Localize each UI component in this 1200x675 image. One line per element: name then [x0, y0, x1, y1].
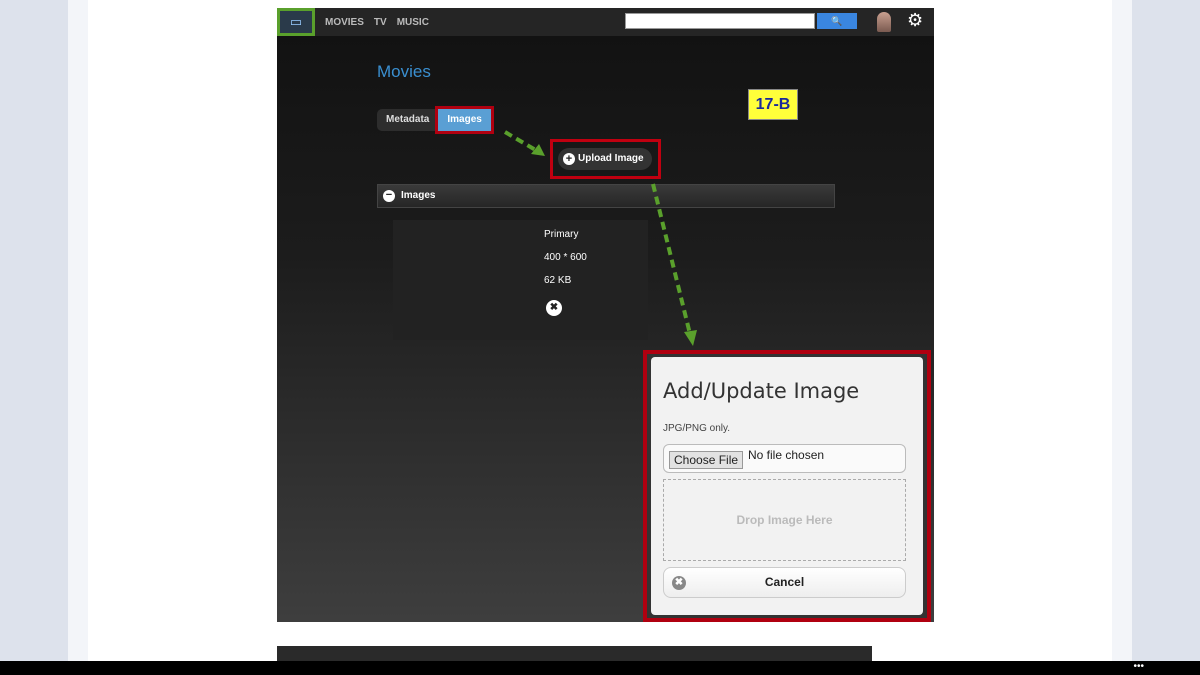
- drop-zone[interactable]: Drop Image Here: [663, 479, 906, 561]
- arrow-to-dialog: [651, 183, 692, 335]
- add-update-image-dialog: Add/Update Image JPG/PNG only. Choose Fi…: [651, 357, 923, 615]
- arrowhead-icon: [684, 330, 697, 346]
- more-icon[interactable]: •••: [1133, 661, 1144, 673]
- cancel-label: Cancel: [764, 575, 805, 589]
- app-screenshot: ▭ MOVIES TV MUSIC 🔍 ⚙ Movies Metadata Im…: [277, 8, 934, 622]
- no-file-text: No file chosen: [748, 448, 825, 462]
- dialog-title: Add/Update Image: [663, 379, 860, 403]
- choose-file-button[interactable]: Choose File: [669, 451, 744, 469]
- close-icon: ✖: [672, 576, 686, 590]
- upload-dialog-highlight: Add/Update Image JPG/PNG only. Choose Fi…: [643, 350, 931, 622]
- arrow-to-upload: [503, 130, 541, 154]
- file-input[interactable]: Choose File No file chosen: [663, 444, 906, 473]
- format-note: JPG/PNG only.: [663, 423, 731, 434]
- bottom-bar: •••: [0, 661, 1200, 675]
- cancel-button[interactable]: ✖ Cancel: [663, 567, 906, 598]
